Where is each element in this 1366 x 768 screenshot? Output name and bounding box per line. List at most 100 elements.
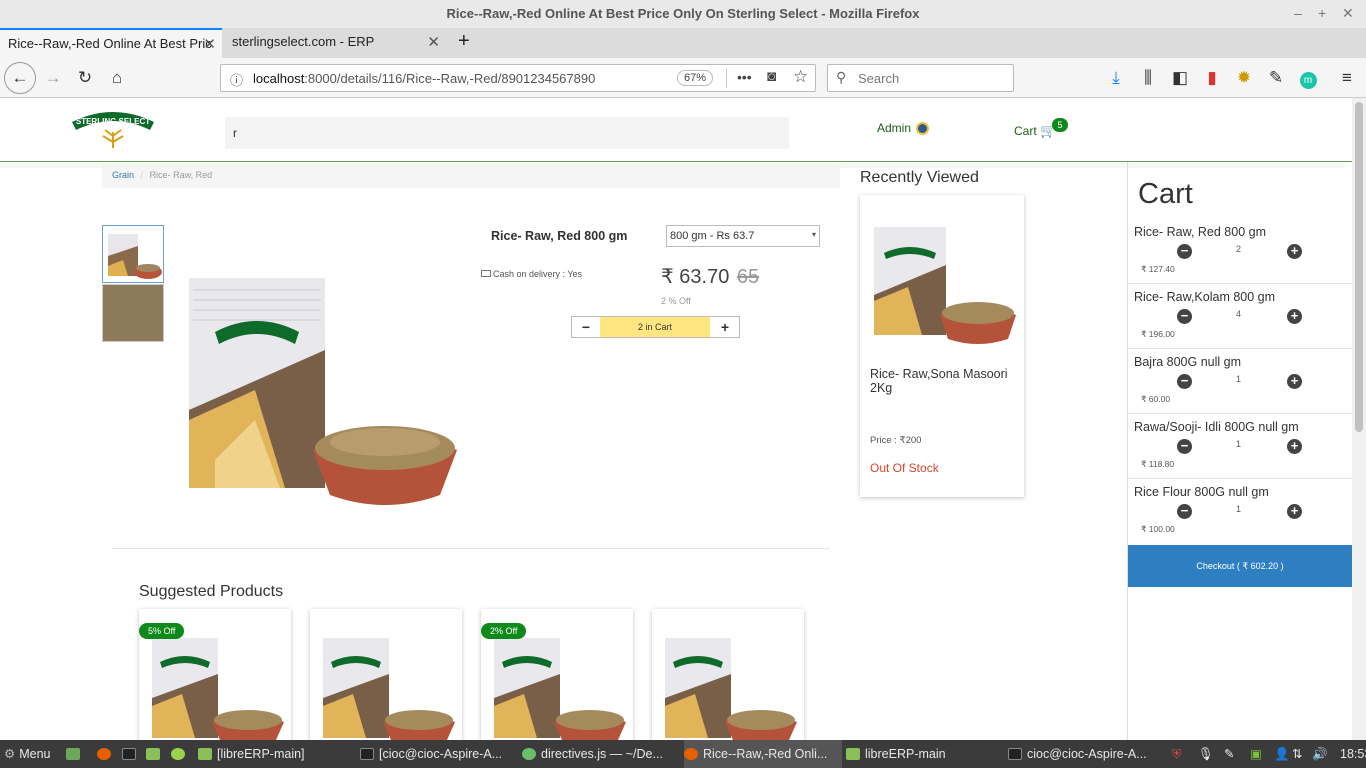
variant-select[interactable]: 800 gm - Rs 63.7 ▾ [666,225,820,247]
cookie-extension-icon[interactable]: ✹ [1231,66,1257,90]
page-scrollbar[interactable] [1352,98,1366,740]
product-name: Rice- Raw, Red 800 gm [491,229,628,243]
recent-product-name[interactable]: Rice- Raw,Sona Masoori 2Kg [870,367,1015,395]
downloads-icon[interactable]: ⤓ [1103,66,1129,90]
extension-icon[interactable]: ▮ [1199,66,1225,90]
microphone-icon[interactable]: 🎙 [1198,740,1214,768]
page-actions-icon[interactable]: ••• [737,69,752,85]
tab-product[interactable]: Rice--Raw,-Red Online At Best Pric ✕ [0,28,222,58]
minimize-icon[interactable]: – [1294,5,1302,21]
files-launcher-icon[interactable] [146,740,165,768]
url-bar[interactable]: ⓘ localhost:8000/details/116/Rice--Raw,-… [220,64,816,92]
eyedropper-icon[interactable]: ✎ [1263,66,1289,90]
sidebar-icon[interactable]: ◧ [1167,66,1193,90]
cart-plus-button[interactable]: + [1287,309,1302,324]
admin-link[interactable]: Admin [877,121,930,135]
zoom-indicator[interactable]: 67% [677,70,714,86]
breadcrumb-category[interactable]: Grain [112,170,134,180]
account-icon[interactable]: m [1295,66,1321,90]
cart-item-name: Rice- Raw,Kolam 800 gm [1134,290,1276,304]
taskbar-window[interactable]: directives.js — ~/De... [522,740,680,768]
tab-close-icon[interactable]: ✕ [203,35,216,53]
recent-product-price: Price : ₹200 [870,435,922,446]
cart-item: Rawa/Sooji- Idli 800G null gm − 1 + ₹ 11… [1128,414,1352,479]
forward-button[interactable]: → [40,66,66,90]
cart-item-price: ₹ 60.00 [1141,394,1171,404]
section-divider [112,548,830,549]
thumbnail-grains[interactable] [102,284,164,342]
cart-minus-button[interactable]: − [1177,244,1192,259]
tab-bar: Rice--Raw,-Red Online At Best Pric ✕ ste… [0,28,1366,58]
bookmark-star-icon[interactable]: ☆ [793,67,808,87]
start-menu-button[interactable]: ⚙ Menu [4,740,51,768]
user-icon[interactable]: 👤 [1274,740,1290,768]
cart-item-price: ₹ 196.00 [1141,329,1175,339]
network-icon[interactable]: ⇅ [1292,740,1302,768]
taskbar: ⚙ Menu [libreERP-main] [cioc@cioc-Aspire-… [0,740,1366,768]
cart-plus-button[interactable]: + [1287,244,1302,259]
terminal-launcher-icon[interactable] [122,740,141,768]
info-icon[interactable]: ⓘ [230,70,243,89]
checkout-button[interactable]: Checkout ( ₹ 602.20 ) [1128,545,1352,587]
maximize-icon[interactable]: + [1318,5,1326,21]
cart-item-name: Bajra 800G null gm [1134,355,1242,369]
tab-close-icon[interactable]: ✕ [427,33,440,51]
back-button[interactable]: ← [4,62,36,94]
site-logo[interactable]: STERLING SELECT [68,102,158,150]
clock[interactable]: 18:53 [1340,740,1366,768]
tab-label: Rice--Raw,-Red Online At Best Pric [8,36,212,51]
breadcrumb-separator: / [140,170,144,180]
window-titlebar: Rice--Raw,-Red Online At Best Price Only… [0,0,1366,28]
pen-icon[interactable]: ✎ [1224,740,1234,768]
price-mrp: 65 [736,266,760,288]
logo-text: STERLING SELECT [76,117,150,126]
delivery-text: Cash on delivery : Yes [493,269,583,279]
shield-icon[interactable]: ⛨ [1172,740,1181,768]
firefox-launcher-icon[interactable] [97,740,116,768]
cart-plus-button[interactable]: + [1287,439,1302,454]
taskbar-window[interactable]: cioc@cioc-Aspire-A... [1008,740,1158,768]
qty-decrease-button[interactable]: − [572,317,600,337]
tab-erp[interactable]: sterlingselect.com - ERP ✕ [224,28,446,58]
cart-item: Rice- Raw,Kolam 800 gm − 4 + ₹ 196.00 [1128,284,1352,349]
taskbar-window[interactable]: Rice--Raw,-Red Onli... [684,740,842,768]
library-icon[interactable]: ⫼ [1135,66,1161,90]
cart-label: Cart [1014,124,1037,138]
reload-button[interactable]: ↻ [72,66,98,90]
taskbar-window-label: [cioc@cioc-Aspire-A... [379,747,503,761]
taskbar-window[interactable]: [libreERP-main] [198,740,356,768]
home-button[interactable]: ⌂ [104,66,130,90]
thumbnail-packet[interactable] [102,225,164,283]
site-search-input[interactable]: r [225,117,789,149]
qty-increase-button[interactable]: + [711,317,739,337]
cart-link[interactable]: Cart 🛒 [1014,123,1056,139]
nvidia-icon[interactable]: ▣ [1250,740,1262,768]
menu-icon[interactable]: ≡ [1334,66,1360,90]
volume-icon[interactable]: 🔊 [1312,740,1328,768]
taskbar-window[interactable]: libreERP-main [846,740,1004,768]
cart-plus-button[interactable]: + [1287,374,1302,389]
cart-minus-button[interactable]: − [1177,309,1192,324]
window-title: Rice--Raw,-Red Online At Best Price Only… [446,6,920,21]
suggested-product-image [663,636,803,740]
pocket-icon[interactable]: ◙ [767,68,776,85]
discount-badge: 2% Off [481,623,527,639]
android-launcher-icon[interactable] [171,740,190,768]
browser-search-bar[interactable]: ⚲ Search [827,64,1014,92]
cart-minus-button[interactable]: − [1177,439,1192,454]
site-search-value: r [233,126,237,140]
taskbar-window-label: libreERP-main [865,747,946,761]
taskbar-window-label: Rice--Raw,-Red Onli... [703,747,828,761]
cart-minus-button[interactable]: − [1177,374,1192,389]
show-desktop-icon[interactable] [66,740,85,768]
discount-badge: 5% Off [139,623,185,639]
taskbar-window[interactable]: [cioc@cioc-Aspire-A... [360,740,518,768]
recently-viewed-card[interactable]: Rice- Raw,Sona Masoori 2Kg Price : ₹200 … [860,195,1024,497]
suggested-product-image [321,636,461,740]
cart-minus-button[interactable]: − [1177,504,1192,519]
cart-item-price: ₹ 118.80 [1141,459,1175,469]
new-tab-button[interactable]: + [452,28,480,58]
close-window-icon[interactable]: ✕ [1342,5,1354,22]
scrollbar-thumb[interactable] [1355,102,1363,432]
cart-plus-button[interactable]: + [1287,504,1302,519]
